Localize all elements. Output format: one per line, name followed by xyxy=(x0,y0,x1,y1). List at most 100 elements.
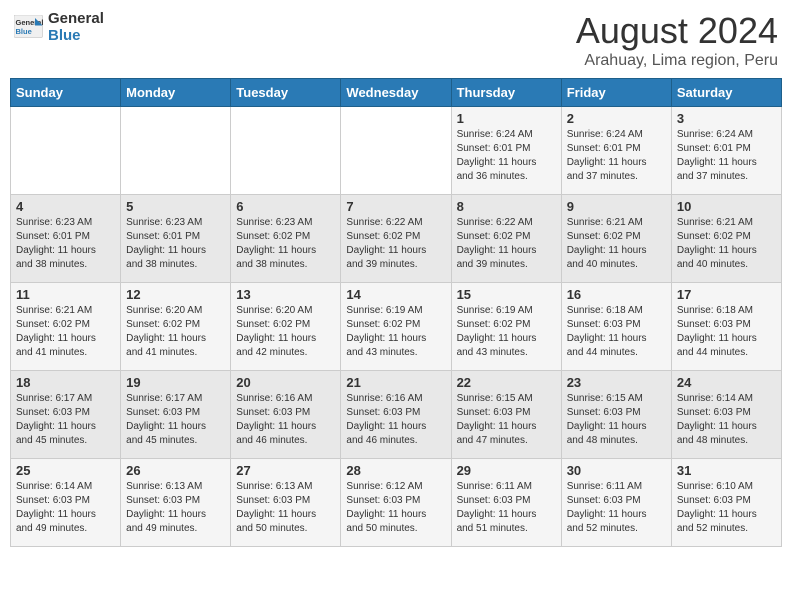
calendar-cell: 13 Sunrise: 6:20 AMSunset: 6:02 PMDayligh… xyxy=(231,283,341,371)
calendar-cell: 5 Sunrise: 6:23 AMSunset: 6:01 PMDaylight… xyxy=(121,195,231,283)
calendar-body: 1 Sunrise: 6:24 AMSunset: 6:01 PMDaylight… xyxy=(11,107,782,547)
day-info: Sunrise: 6:24 AMSunset: 6:01 PMDaylight:… xyxy=(567,128,666,184)
col-thursday: Thursday xyxy=(451,79,561,107)
day-number: 1 xyxy=(457,111,556,126)
day-number: 8 xyxy=(457,199,556,214)
month-title: August 2024 xyxy=(576,10,778,52)
location-title: Arahuay, Lima region, Peru xyxy=(576,52,778,70)
calendar-cell: 3Sunrise: 6:24 AMSunset: 6:01 PMDaylight… xyxy=(671,107,781,195)
calendar-cell: 18 Sunrise: 6:17 AMSunset: 6:03 PMDayligh… xyxy=(11,371,121,459)
col-sunday: Sunday xyxy=(11,79,121,107)
calendar-cell: 25 Sunrise: 6:14 AMSunset: 6:03 PMDayligh… xyxy=(11,459,121,547)
day-info: Sunrise: 6:22 AMSunset: 6:02 PMDaylight:… xyxy=(457,216,556,272)
col-monday: Monday xyxy=(121,79,231,107)
calendar-cell: 19 Sunrise: 6:17 AMSunset: 6:03 PMDayligh… xyxy=(121,371,231,459)
day-info: Sunrise: 6:24 AMSunset: 6:01 PMDaylight:… xyxy=(457,128,556,184)
logo: General Blue General Blue xyxy=(14,10,104,44)
calendar-cell: 23Sunrise: 6:15 AMSunset: 6:03 PMDayligh… xyxy=(561,371,671,459)
day-number: 16 xyxy=(567,287,666,302)
day-number: 10 xyxy=(677,199,776,214)
calendar-header: Sunday Monday Tuesday Wednesday Thursday… xyxy=(11,79,782,107)
day-info: Sunrise: 6:20 AMSunset: 6:02 PMDaylight:… xyxy=(236,304,335,360)
week-row-5: 25 Sunrise: 6:14 AMSunset: 6:03 PMDayligh… xyxy=(11,459,782,547)
calendar-cell: 21 Sunrise: 6:16 AMSunset: 6:03 PMDayligh… xyxy=(341,371,451,459)
day-info: Sunrise: 6:15 AMSunset: 6:03 PMDaylight:… xyxy=(457,392,556,448)
day-info: Sunrise: 6:11 AMSunset: 6:03 PMDaylight:… xyxy=(457,480,556,536)
logo-general-text: General xyxy=(48,10,104,27)
calendar-cell xyxy=(11,107,121,195)
day-number: 3 xyxy=(677,111,776,126)
day-number: 14 xyxy=(346,287,445,302)
calendar-cell: 2 Sunrise: 6:24 AMSunset: 6:01 PMDaylight… xyxy=(561,107,671,195)
day-info: Sunrise: 6:23 AMSunset: 6:02 PMDaylight:… xyxy=(236,216,335,272)
day-number: 5 xyxy=(126,199,225,214)
logo-blue-text: Blue xyxy=(48,27,104,44)
calendar-cell: 26Sunrise: 6:13 AMSunset: 6:03 PMDayligh… xyxy=(121,459,231,547)
calendar-cell: 17 Sunrise: 6:18 AMSunset: 6:03 PMDayligh… xyxy=(671,283,781,371)
day-number: 29 xyxy=(457,463,556,478)
week-row-1: 1 Sunrise: 6:24 AMSunset: 6:01 PMDaylight… xyxy=(11,107,782,195)
calendar-cell: 29 Sunrise: 6:11 AMSunset: 6:03 PMDayligh… xyxy=(451,459,561,547)
day-info: Sunrise: 6:13 AMSunset: 6:03 PMDaylight:… xyxy=(126,480,225,536)
calendar-cell: 20 Sunrise: 6:16 AMSunset: 6:03 PMDayligh… xyxy=(231,371,341,459)
day-info: Sunrise: 6:21 AMSunset: 6:02 PMDaylight:… xyxy=(567,216,666,272)
day-number: 18 xyxy=(16,375,115,390)
calendar-cell: 15Sunrise: 6:19 AMSunset: 6:02 PMDayligh… xyxy=(451,283,561,371)
day-number: 27 xyxy=(236,463,335,478)
day-number: 21 xyxy=(346,375,445,390)
calendar-cell: 8 Sunrise: 6:22 AMSunset: 6:02 PMDaylight… xyxy=(451,195,561,283)
calendar-cell xyxy=(121,107,231,195)
calendar-cell: 10 Sunrise: 6:21 AMSunset: 6:02 PMDayligh… xyxy=(671,195,781,283)
day-number: 28 xyxy=(346,463,445,478)
col-wednesday: Wednesday xyxy=(341,79,451,107)
day-info: Sunrise: 6:21 AMSunset: 6:02 PMDaylight:… xyxy=(677,216,776,272)
calendar-cell: 16 Sunrise: 6:18 AMSunset: 6:03 PMDayligh… xyxy=(561,283,671,371)
day-info: Sunrise: 6:18 AMSunset: 6:03 PMDaylight:… xyxy=(677,304,776,360)
calendar-cell: 1 Sunrise: 6:24 AMSunset: 6:01 PMDaylight… xyxy=(451,107,561,195)
calendar-cell: 24 Sunrise: 6:14 AMSunset: 6:03 PMDayligh… xyxy=(671,371,781,459)
day-info: Sunrise: 6:22 AMSunset: 6:02 PMDaylight:… xyxy=(346,216,445,272)
day-number: 7 xyxy=(346,199,445,214)
calendar-cell: 4Sunrise: 6:23 AMSunset: 6:01 PMDaylight… xyxy=(11,195,121,283)
day-info: Sunrise: 6:14 AMSunset: 6:03 PMDaylight:… xyxy=(16,480,115,536)
day-info: Sunrise: 6:19 AMSunset: 6:02 PMDaylight:… xyxy=(346,304,445,360)
calendar-cell: 22Sunrise: 6:15 AMSunset: 6:03 PMDayligh… xyxy=(451,371,561,459)
page-header: General Blue General Blue August 2024 Ar… xyxy=(10,10,782,70)
day-info: Sunrise: 6:19 AMSunset: 6:02 PMDaylight:… xyxy=(457,304,556,360)
calendar-cell: 12 Sunrise: 6:20 AMSunset: 6:02 PMDayligh… xyxy=(121,283,231,371)
day-info: Sunrise: 6:20 AMSunset: 6:02 PMDaylight:… xyxy=(126,304,225,360)
title-block: August 2024 Arahuay, Lima region, Peru xyxy=(576,10,778,70)
calendar-cell: 30Sunrise: 6:11 AMSunset: 6:03 PMDayligh… xyxy=(561,459,671,547)
calendar-cell: 27 Sunrise: 6:13 AMSunset: 6:03 PMDayligh… xyxy=(231,459,341,547)
calendar-cell xyxy=(341,107,451,195)
day-info: Sunrise: 6:18 AMSunset: 6:03 PMDaylight:… xyxy=(567,304,666,360)
day-number: 6 xyxy=(236,199,335,214)
day-number: 19 xyxy=(126,375,225,390)
day-info: Sunrise: 6:16 AMSunset: 6:03 PMDaylight:… xyxy=(236,392,335,448)
day-info: Sunrise: 6:14 AMSunset: 6:03 PMDaylight:… xyxy=(677,392,776,448)
day-info: Sunrise: 6:17 AMSunset: 6:03 PMDaylight:… xyxy=(126,392,225,448)
calendar-cell: 7 Sunrise: 6:22 AMSunset: 6:02 PMDaylight… xyxy=(341,195,451,283)
calendar-cell xyxy=(231,107,341,195)
calendar-cell: 11Sunrise: 6:21 AMSunset: 6:02 PMDayligh… xyxy=(11,283,121,371)
day-number: 20 xyxy=(236,375,335,390)
calendar-cell: 6 Sunrise: 6:23 AMSunset: 6:02 PMDaylight… xyxy=(231,195,341,283)
day-info: Sunrise: 6:13 AMSunset: 6:03 PMDaylight:… xyxy=(236,480,335,536)
day-number: 17 xyxy=(677,287,776,302)
day-info: Sunrise: 6:23 AMSunset: 6:01 PMDaylight:… xyxy=(126,216,225,272)
days-of-week-row: Sunday Monday Tuesday Wednesday Thursday… xyxy=(11,79,782,107)
week-row-2: 4 Sunrise: 6:23 AMSunset: 6:01 PMDaylight… xyxy=(11,195,782,283)
calendar-cell: 31Sunrise: 6:10 AMSunset: 6:03 PMDayligh… xyxy=(671,459,781,547)
day-number: 13 xyxy=(236,287,335,302)
day-number: 4 xyxy=(16,199,115,214)
calendar-cell: 28Sunrise: 6:12 AMSunset: 6:03 PMDayligh… xyxy=(341,459,451,547)
day-number: 30 xyxy=(567,463,666,478)
day-number: 23 xyxy=(567,375,666,390)
day-number: 25 xyxy=(16,463,115,478)
day-number: 24 xyxy=(677,375,776,390)
day-number: 11 xyxy=(16,287,115,302)
day-info: Sunrise: 6:16 AMSunset: 6:03 PMDaylight:… xyxy=(346,392,445,448)
day-info: Sunrise: 6:17 AMSunset: 6:03 PMDaylight:… xyxy=(16,392,115,448)
day-number: 12 xyxy=(126,287,225,302)
day-number: 2 xyxy=(567,111,666,126)
